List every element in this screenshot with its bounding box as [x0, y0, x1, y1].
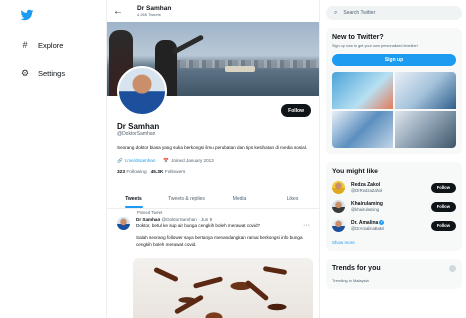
tab-tweets[interactable]: Tweets — [107, 190, 160, 208]
followers-link[interactable]: 45.3K Followers — [151, 170, 186, 175]
suggested-user[interactable]: Redza Zakol @DrRedzaZahol Follow — [332, 181, 456, 194]
followers-count: 45.3K — [150, 169, 164, 175]
link-icon: 🔗 — [117, 157, 123, 163]
nav-settings[interactable]: ⚙ Settings — [14, 63, 104, 83]
tab-tweets-replies[interactable]: Tweets & replies — [160, 190, 213, 208]
suggested-user[interactable]: Khairulaming @khairulaming Follow — [332, 200, 456, 213]
following-link[interactable]: 323 Following — [117, 170, 147, 175]
tweet-meta: @DoktorSamhan · Jun 9 — [161, 217, 213, 222]
suggestions-title: You might like — [332, 168, 378, 175]
follow-button[interactable]: Follow — [281, 104, 311, 117]
tweet-author[interactable]: Dr Samhan — [136, 217, 160, 222]
profile-avatar[interactable] — [117, 66, 167, 116]
follow-counts: 323 Following 45.3K Followers — [117, 170, 311, 175]
header-tweet-count: 4,265 Tweets — [137, 12, 161, 17]
nav-explore[interactable]: # Explore — [14, 35, 104, 55]
search-placeholder: Search Twitter — [343, 10, 376, 16]
media-thumbnail[interactable] — [395, 111, 456, 148]
settings-gear-icon[interactable] — [449, 265, 456, 272]
show-more-link[interactable]: Show more — [332, 240, 456, 245]
trends-card: Trends for you Trending in Malaysia — [326, 259, 462, 289]
nav-explore-label: Explore — [38, 40, 64, 50]
user-handle: @khairulaming — [351, 207, 379, 212]
left-navigation: # Explore ⚙ Settings — [14, 8, 104, 83]
profile-column: ← Dr Samhan 4,265 Tweets Follow Dr Samha… — [106, 0, 320, 318]
tweet-text-2: Salah seorang follower saya bertanya men… — [136, 235, 303, 247]
signup-subtitle: Sign up now to get your own personalized… — [332, 44, 418, 48]
who-to-follow-card: You might like Redza Zakol @DrRedzaZahol… — [326, 162, 462, 251]
media-thumbnail[interactable] — [332, 111, 393, 148]
signup-button[interactable]: Sign up — [332, 54, 456, 66]
avatar[interactable] — [332, 181, 345, 194]
profile-handle: @DoktorSamhan — [117, 131, 156, 137]
profile-bio: Seorang doktor biasa yang suka berkongsi… — [117, 145, 307, 150]
media-thumbnail[interactable] — [395, 72, 456, 109]
following-count: 323 — [117, 169, 126, 175]
user-handle: @DrAmalinaBakri — [351, 226, 385, 231]
tab-likes[interactable]: Likes — [266, 190, 319, 208]
twitter-profile-page: # Explore ⚙ Settings ← Dr Samhan 4,265 T… — [0, 0, 466, 318]
pinned-tweet[interactable]: Pinned Tweet Dr Samhan @DoktorSamhan · J… — [107, 210, 319, 248]
media-thumbnail[interactable] — [332, 72, 393, 109]
signup-title: New to Twitter? — [332, 34, 384, 41]
more-options-icon[interactable]: ··· — [303, 222, 310, 229]
profile-info: Dr Samhan @DoktorSamhan Seorang doktor b… — [117, 122, 311, 175]
media-grid — [332, 72, 456, 148]
search-input[interactable]: ⌕ Search Twitter — [326, 6, 462, 20]
follow-button[interactable]: Follow — [430, 220, 456, 231]
user-handle: @DrRedzaZahol — [351, 188, 383, 193]
trends-subtitle: Trending in Malaysia — [332, 278, 369, 283]
profile-meta: 🔗 t.me/drsamhan 📅 Joined January 2013 — [117, 158, 311, 164]
signup-card: New to Twitter? Sign up now to get your … — [326, 28, 462, 154]
avatar[interactable] — [332, 219, 345, 232]
follow-button[interactable]: Follow — [430, 182, 456, 193]
follow-button[interactable]: Follow — [430, 201, 456, 212]
search-icon: ⌕ — [334, 9, 338, 16]
tweet-text: Doktor, betul ke sup air bunga cengkih b… — [136, 223, 261, 228]
header-name: Dr Samhan — [137, 5, 172, 12]
verified-badge-icon: ✓ — [379, 220, 385, 226]
profile-header-bar: ← Dr Samhan 4,265 Tweets — [107, 0, 319, 22]
suggested-user[interactable]: Dr. Amalina ✓ @DrAmalinaBakri Follow — [332, 219, 456, 232]
tweet-media-image[interactable] — [133, 258, 313, 318]
followers-label: Followers — [164, 169, 186, 175]
pinned-label: Pinned Tweet — [137, 210, 163, 215]
profile-name: Dr Samhan — [117, 122, 160, 131]
profile-link[interactable]: t.me/drsamhan — [125, 158, 156, 163]
trends-title: Trends for you — [332, 265, 381, 272]
twitter-bird-icon[interactable] — [20, 8, 34, 22]
hashtag-icon: # — [22, 40, 28, 50]
gear-icon: ⚙ — [20, 67, 30, 78]
following-label: Following — [126, 169, 147, 175]
right-sidebar: ⌕ Search Twitter New to Twitter? Sign up… — [326, 0, 462, 289]
back-arrow-icon[interactable]: ← — [113, 6, 127, 17]
profile-tabs: Tweets Tweets & replies Media Likes — [107, 190, 319, 209]
avatar[interactable] — [332, 200, 345, 213]
calendar-icon: 📅 — [163, 157, 170, 163]
tweet-header: Dr Samhan @DoktorSamhan · Jun 9 — [136, 217, 311, 222]
tweet-avatar[interactable] — [117, 217, 130, 230]
tab-media[interactable]: Media — [213, 190, 266, 208]
nav-settings-label: Settings — [38, 68, 66, 78]
joined-date: Joined January 2013 — [171, 158, 214, 163]
